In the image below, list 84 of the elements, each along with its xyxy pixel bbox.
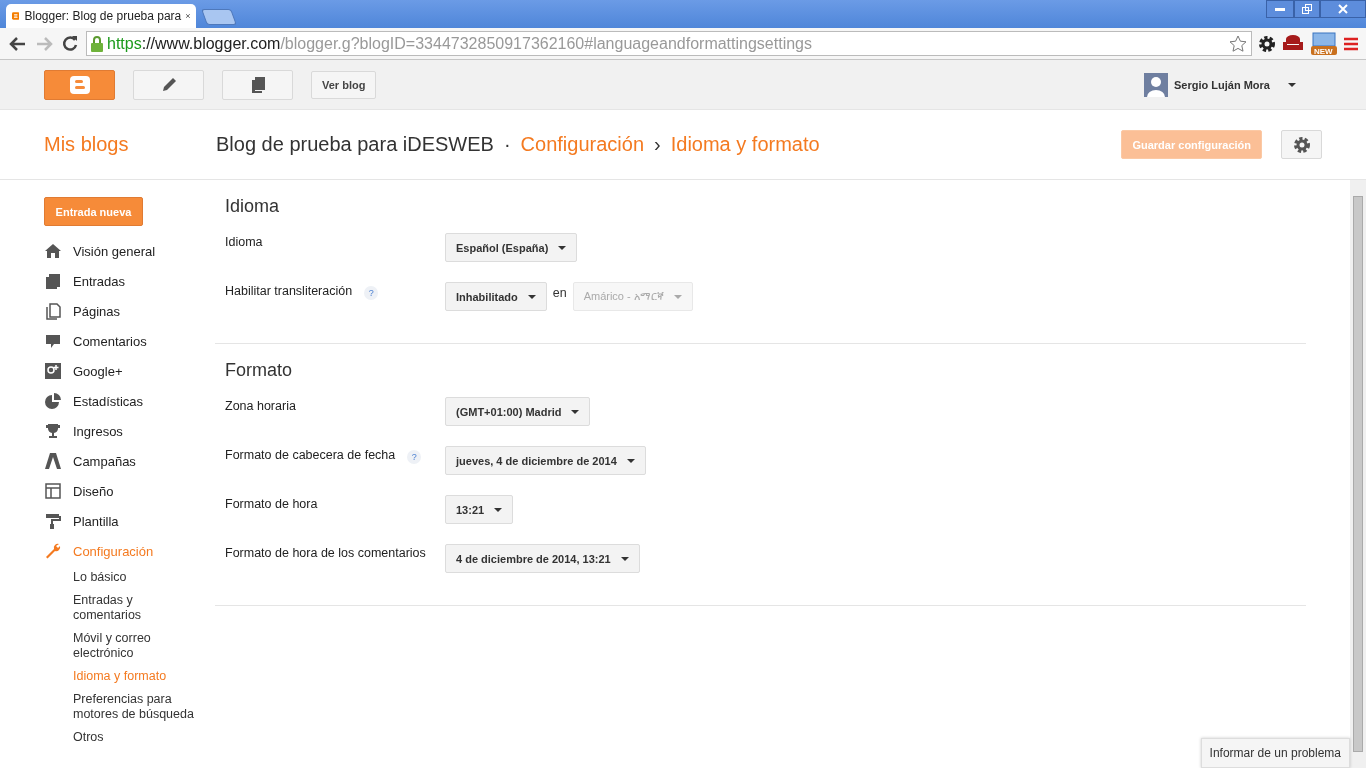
reload-icon[interactable] bbox=[60, 33, 80, 54]
sidebar-subitem[interactable]: Lo básico bbox=[73, 566, 127, 589]
settings-button[interactable] bbox=[1281, 130, 1322, 159]
blogger-home-button[interactable] bbox=[44, 69, 115, 100]
sidebar-item[interactable]: Entradas bbox=[44, 266, 215, 296]
stats-icon bbox=[44, 392, 62, 410]
dropdown[interactable]: 4 de diciembre de 2014, 13:21 bbox=[445, 544, 640, 573]
minimize-icon bbox=[1275, 7, 1285, 11]
breadcrumb-separator: · bbox=[503, 133, 511, 156]
field-label: Formato de hora de los comentarios bbox=[225, 546, 426, 560]
tab-title: Blogger: Blog de prueba para bbox=[24, 9, 182, 23]
field-label: Formato de cabecera de fecha bbox=[225, 448, 396, 464]
sidebar-subitem[interactable]: Entradas y comentarios bbox=[73, 589, 203, 627]
caret-icon bbox=[673, 294, 682, 299]
sidebar-subitem[interactable]: Móvil y correo electrónico bbox=[73, 627, 203, 665]
browser-tab[interactable]: Blogger: Blog de prueba para bbox=[6, 4, 196, 28]
new-post-button[interactable] bbox=[133, 69, 204, 100]
caret-icon bbox=[620, 556, 629, 561]
sidebar-item[interactable]: Comentarios bbox=[44, 326, 215, 356]
minimize-button[interactable] bbox=[1266, 0, 1294, 18]
sidebar-item[interactable]: Campañas bbox=[44, 446, 215, 476]
joiner-text: en bbox=[552, 286, 567, 300]
sidebar-item[interactable]: Plantilla bbox=[44, 506, 215, 536]
armchair-icon[interactable] bbox=[1282, 34, 1304, 53]
avatar-icon bbox=[1144, 72, 1169, 97]
breadcrumb-arrow: › bbox=[654, 133, 661, 156]
account-menu[interactable]: Sergio Luján Mora bbox=[1138, 71, 1302, 98]
sidebar-item[interactable]: Estadísticas bbox=[44, 386, 215, 416]
sidebar-item[interactable]: Visión general bbox=[44, 236, 215, 266]
restore-icon bbox=[1302, 4, 1312, 14]
campaigns-icon bbox=[44, 452, 62, 470]
menu-icon[interactable] bbox=[1344, 36, 1358, 51]
close-icon[interactable] bbox=[186, 12, 190, 20]
caret-icon bbox=[527, 294, 536, 299]
field-label: Idioma bbox=[225, 235, 263, 249]
sidebar-item[interactable]: Google+ bbox=[44, 356, 215, 386]
caret-icon bbox=[626, 458, 635, 463]
scrollbar[interactable] bbox=[1350, 180, 1366, 768]
sidebar-subitem[interactable]: Otros bbox=[73, 726, 104, 749]
sidebar-subitem[interactable]: Preferencias para motores de búsqueda bbox=[73, 688, 203, 726]
layout-icon bbox=[44, 482, 62, 500]
trophy-icon bbox=[44, 422, 62, 440]
close-icon bbox=[1338, 4, 1348, 14]
blog-title: Blog de prueba para iDESWEB bbox=[216, 133, 494, 156]
dropdown[interactable]: Español (España) bbox=[445, 233, 578, 262]
settings-icon bbox=[1292, 135, 1311, 154]
home-icon bbox=[44, 242, 62, 260]
roller-icon bbox=[44, 512, 62, 530]
dropdown[interactable]: Inhabilitado bbox=[445, 282, 547, 311]
posts-icon bbox=[44, 272, 62, 290]
caret-icon bbox=[494, 507, 503, 512]
caret-icon bbox=[1288, 82, 1296, 87]
field-label: Habilitar transliteración bbox=[225, 284, 353, 300]
restore-button[interactable] bbox=[1294, 0, 1320, 18]
section-title: Formato bbox=[225, 360, 294, 381]
comments-icon bbox=[44, 332, 62, 350]
caret-icon bbox=[558, 245, 567, 250]
field-label: Zona horaria bbox=[225, 399, 296, 413]
dropdown[interactable]: 13:21 bbox=[445, 495, 514, 524]
help-icon[interactable]: ? bbox=[364, 286, 379, 300]
url-text: https://www.blogger.com/blogger.g?blogID=3344732850917362160#languageandformattingsettings bbox=[107, 34, 813, 53]
dropdown[interactable]: (GMT+01:00) Madrid bbox=[445, 397, 591, 426]
sidebar-item[interactable]: Ingresos bbox=[44, 416, 215, 446]
view-blog-button[interactable]: Ver blog bbox=[311, 70, 377, 99]
blogger-logo-icon bbox=[69, 75, 90, 94]
star-icon[interactable] bbox=[1229, 34, 1247, 53]
help-icon[interactable]: ? bbox=[407, 450, 422, 464]
close-window-button[interactable] bbox=[1320, 0, 1366, 18]
dropdown[interactable]: jueves, 4 de diciembre de 2014 bbox=[445, 446, 646, 475]
section-title: Idioma bbox=[225, 196, 281, 217]
sidebar-item[interactable]: Diseño bbox=[44, 476, 215, 506]
settings-icon[interactable] bbox=[1258, 34, 1276, 53]
page-title: Idioma y formato bbox=[670, 133, 820, 156]
lock-icon bbox=[91, 35, 103, 52]
field-label: Formato de hora bbox=[225, 497, 318, 511]
caret-icon bbox=[571, 409, 580, 414]
gplus-icon bbox=[44, 362, 62, 380]
new-tab-button[interactable] bbox=[201, 9, 237, 25]
report-problem-link[interactable]: Informar de un problema bbox=[1200, 738, 1350, 768]
address-bar[interactable]: https://www.blogger.com/blogger.g?blogID=3344732850917362160#languageandformattingsettings bbox=[86, 31, 1252, 56]
sidebar-item[interactable]: Páginas bbox=[44, 296, 215, 326]
posts-button[interactable] bbox=[222, 69, 293, 100]
pages-icon bbox=[44, 302, 62, 320]
wrench-icon bbox=[44, 542, 62, 560]
